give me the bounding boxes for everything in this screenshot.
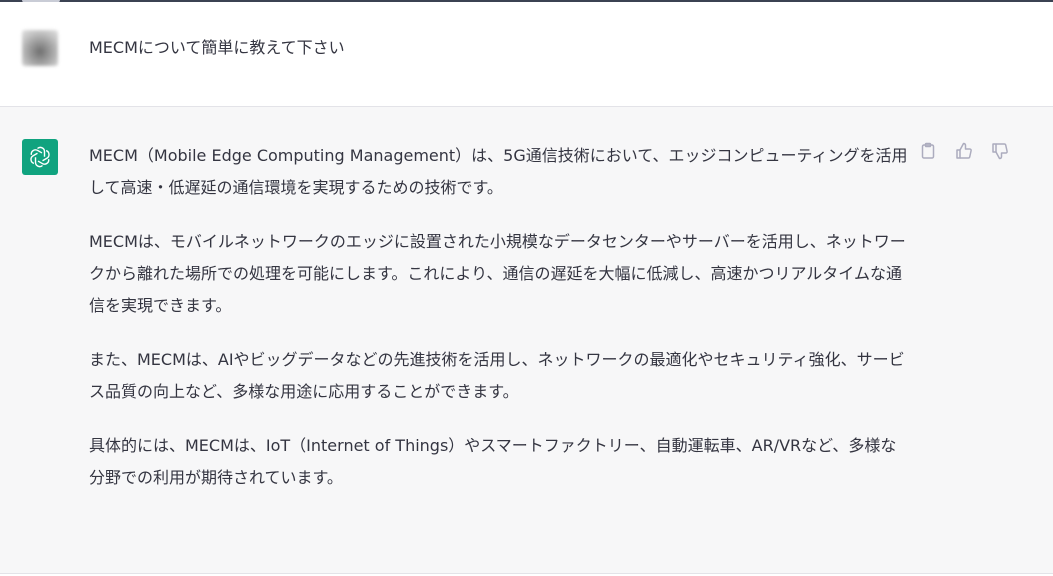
answer-paragraph-1: MECM（Mobile Edge Computing Management）は、… xyxy=(89,146,908,197)
thumbs-down-button[interactable] xyxy=(989,140,1011,162)
user-avatar xyxy=(22,30,58,66)
openai-logo-icon xyxy=(22,139,58,175)
message-actions xyxy=(917,140,1011,162)
assistant-message-row: MECM（Mobile Edge Computing Management）は、… xyxy=(0,107,1053,574)
thumbs-down-icon xyxy=(992,143,1008,160)
copy-button[interactable] xyxy=(917,140,939,162)
thumbs-up-icon xyxy=(956,142,972,159)
clipboard-icon xyxy=(921,142,935,159)
answer-paragraph-3: また、MECMは、AIやビッグデータなどの先進技術を活用し、ネットワークの最適化… xyxy=(89,350,905,401)
user-message-row: MECMについて簡単に教えて下さい xyxy=(0,2,1053,107)
assistant-answer: MECM（Mobile Edge Computing Management）は、… xyxy=(89,140,909,516)
user-message-text: MECMについて簡単に教えて下さい xyxy=(89,38,345,57)
answer-paragraph-2: MECMは、モバイルネットワークのエッジに設置された小規模なデータセンターやサー… xyxy=(89,232,906,315)
thumbs-up-button[interactable] xyxy=(953,140,975,162)
answer-paragraph-4: 具体的には、MECMは、IoT（Internet of Things）やスマート… xyxy=(89,436,897,487)
